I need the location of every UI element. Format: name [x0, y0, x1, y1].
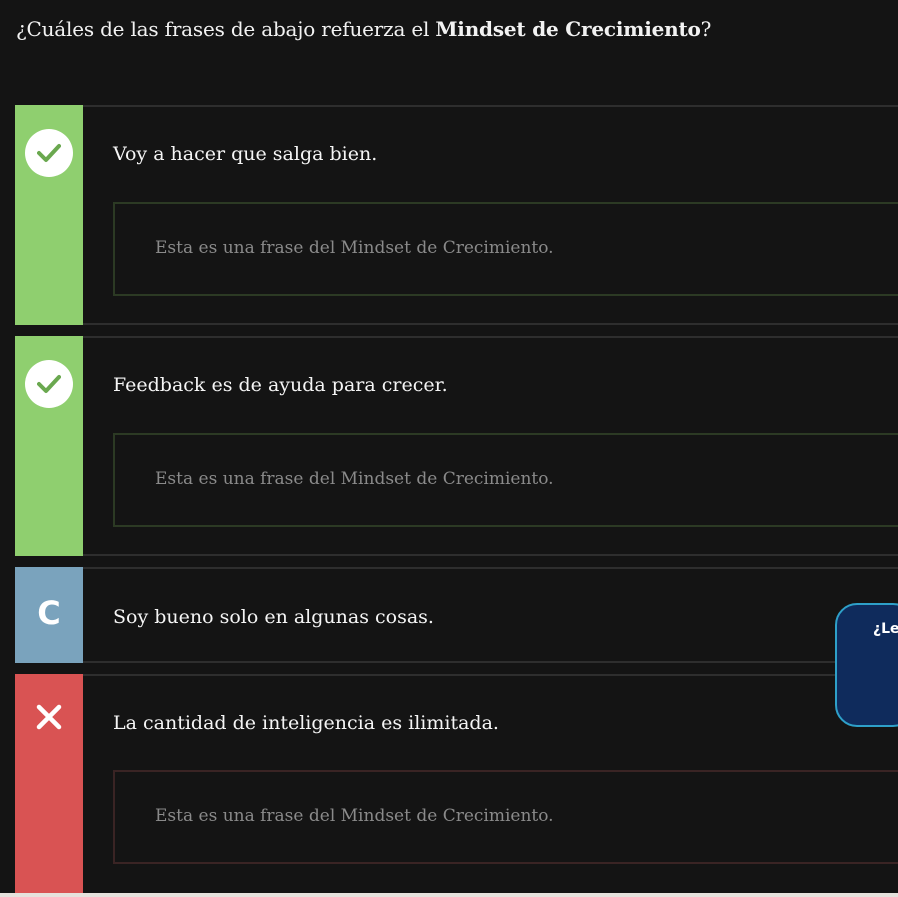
option-text: Voy a hacer que salga bien. [113, 143, 378, 165]
check-circle [25, 360, 73, 408]
feedback-box: Esta es una frase del Mindset de Crecimi… [113, 433, 898, 527]
close-icon [36, 704, 62, 730]
feedback-text: Esta es una frase del Mindset de Crecimi… [155, 238, 554, 258]
option-letter-marker: C [15, 567, 83, 663]
option-text: La cantidad de inteligencia es ilimitada… [113, 712, 499, 734]
feedback-box: Esta es una frase del Mindset de Crecimi… [113, 770, 898, 864]
answer-option-c[interactable]: C Soy bueno solo en algunas cosas. [15, 567, 898, 663]
check-circle [25, 129, 73, 177]
tooltip-label: ¿Le [873, 621, 898, 637]
question-emphasis: Mindset de Crecimiento [435, 17, 701, 41]
correct-marker [15, 336, 83, 556]
question-prefix: ¿Cuáles de las frases de abajo refuerza … [16, 17, 436, 41]
option-text: Soy bueno solo en algunas cosas. [113, 606, 434, 628]
question-title: ¿Cuáles de las frases de abajo refuerza … [16, 14, 711, 44]
question-suffix: ? [700, 17, 712, 41]
feedback-text: Esta es una frase del Mindset de Crecimi… [155, 806, 554, 826]
help-tooltip-button[interactable]: ¿Le [835, 603, 898, 727]
answer-option-d[interactable]: La cantidad de inteligencia es ilimitada… [15, 674, 898, 897]
correct-marker [15, 105, 83, 325]
answer-option-a[interactable]: Voy a hacer que salga bien. Esta es una … [15, 105, 898, 325]
feedback-text: Esta es una frase del Mindset de Crecimi… [155, 469, 554, 489]
check-icon [37, 144, 61, 162]
option-letter: C [37, 594, 61, 632]
wrong-marker [15, 674, 83, 897]
check-icon [37, 375, 61, 393]
feedback-box: Esta es una frase del Mindset de Crecimi… [113, 202, 898, 296]
option-text: Feedback es de ayuda para crecer. [113, 374, 448, 396]
answer-option-b[interactable]: Feedback es de ayuda para crecer. Esta e… [15, 336, 898, 556]
bottom-divider [0, 893, 898, 897]
